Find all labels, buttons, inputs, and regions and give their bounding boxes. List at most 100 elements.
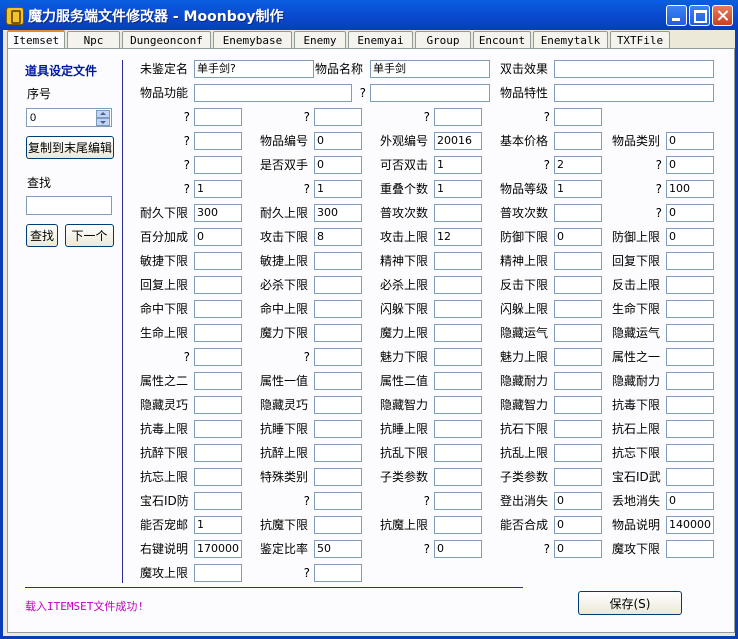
field-input[interactable]: 0 xyxy=(554,228,602,246)
field-input[interactable] xyxy=(314,516,362,534)
field-input[interactable]: 300 xyxy=(194,204,242,222)
field-input[interactable] xyxy=(194,324,242,342)
field-input[interactable] xyxy=(194,420,242,438)
field-input[interactable] xyxy=(554,468,602,486)
field-input[interactable]: 1 xyxy=(194,180,242,198)
field-input[interactable]: 2 xyxy=(554,156,602,174)
field-input[interactable]: 0 xyxy=(554,492,602,510)
field-input[interactable]: 0 xyxy=(314,132,362,150)
tab-enemyai[interactable]: Enemyai xyxy=(348,31,413,48)
field-input[interactable]: 0 xyxy=(666,132,714,150)
copy-to-end-button[interactable]: 复制到末尾编辑 xyxy=(26,136,114,159)
field-input[interactable] xyxy=(666,300,714,318)
tab-group[interactable]: Group xyxy=(415,31,471,48)
field-input[interactable] xyxy=(194,276,242,294)
field-input[interactable] xyxy=(666,444,714,462)
field-input[interactable] xyxy=(434,324,482,342)
field-input[interactable] xyxy=(434,252,482,270)
field-input[interactable]: 0 xyxy=(434,540,482,558)
field-input[interactable]: 8 xyxy=(314,228,362,246)
field-input[interactable] xyxy=(314,252,362,270)
field-input[interactable] xyxy=(434,108,482,126)
field-input[interactable] xyxy=(314,444,362,462)
field-input[interactable] xyxy=(434,396,482,414)
field-input[interactable]: 0 xyxy=(314,156,362,174)
field-input[interactable]: 0 xyxy=(666,204,714,222)
field-input[interactable] xyxy=(314,420,362,438)
field-input[interactable] xyxy=(370,84,490,102)
field-input[interactable] xyxy=(434,372,482,390)
tab-enemy[interactable]: Enemy xyxy=(294,31,346,48)
field-input[interactable] xyxy=(314,396,362,414)
field-input[interactable]: 140000 xyxy=(666,516,714,534)
field-input[interactable]: 50 xyxy=(314,540,362,558)
field-input[interactable] xyxy=(666,276,714,294)
tab-dungeonconf[interactable]: Dungeonconf xyxy=(122,31,211,48)
search-input[interactable] xyxy=(26,196,112,215)
field-input[interactable] xyxy=(554,204,602,222)
index-spinner[interactable] xyxy=(26,108,112,127)
title-bar[interactable]: 魔力服务端文件修改器 - Moonboy制作 xyxy=(0,0,738,30)
field-input[interactable]: 170000 xyxy=(194,540,242,558)
field-input[interactable] xyxy=(434,300,482,318)
field-input[interactable] xyxy=(554,324,602,342)
field-input[interactable] xyxy=(554,132,602,150)
index-input[interactable] xyxy=(28,110,98,125)
field-input[interactable]: 20016 xyxy=(434,132,482,150)
field-input[interactable] xyxy=(314,108,362,126)
spin-down-icon[interactable] xyxy=(96,118,110,126)
field-input[interactable] xyxy=(554,252,602,270)
field-input[interactable] xyxy=(194,132,242,150)
field-input[interactable] xyxy=(194,492,242,510)
field-input[interactable] xyxy=(554,372,602,390)
field-input[interactable]: 0 xyxy=(554,540,602,558)
field-input[interactable] xyxy=(666,396,714,414)
field-input[interactable] xyxy=(194,372,242,390)
field-input[interactable] xyxy=(194,564,242,582)
field-input[interactable]: 0 xyxy=(194,228,242,246)
maximize-button[interactable] xyxy=(689,5,710,26)
field-input[interactable] xyxy=(554,444,602,462)
field-input[interactable] xyxy=(194,252,242,270)
field-input[interactable] xyxy=(434,444,482,462)
tab-enemytalk[interactable]: Enemytalk xyxy=(533,31,608,48)
field-input[interactable] xyxy=(194,156,242,174)
tab-txtfile[interactable]: TXTFile xyxy=(610,31,670,48)
save-button[interactable]: 保存(S) xyxy=(578,591,682,615)
field-input[interactable] xyxy=(434,420,482,438)
field-input[interactable] xyxy=(314,348,362,366)
field-input[interactable]: 1 xyxy=(194,516,242,534)
field-input[interactable] xyxy=(434,204,482,222)
field-input[interactable] xyxy=(314,372,362,390)
tab-enemybase[interactable]: Enemybase xyxy=(213,31,292,48)
field-input[interactable] xyxy=(194,444,242,462)
field-input[interactable] xyxy=(314,492,362,510)
field-input[interactable] xyxy=(554,420,602,438)
field-input[interactable] xyxy=(666,324,714,342)
field-input[interactable] xyxy=(666,372,714,390)
field-input[interactable] xyxy=(314,564,362,582)
field-input[interactable] xyxy=(314,468,362,486)
field-input[interactable]: 12 xyxy=(434,228,482,246)
field-input[interactable] xyxy=(194,108,242,126)
field-input[interactable]: 1 xyxy=(434,180,482,198)
field-input[interactable] xyxy=(666,540,714,558)
minimize-button[interactable] xyxy=(666,5,687,26)
field-input[interactable] xyxy=(666,348,714,366)
field-input[interactable]: 0 xyxy=(666,228,714,246)
next-button[interactable]: 下一个 xyxy=(65,224,114,247)
field-input[interactable] xyxy=(194,84,352,102)
field-input[interactable]: 0 xyxy=(666,156,714,174)
field-input[interactable]: 0 xyxy=(666,492,714,510)
field-input[interactable] xyxy=(666,420,714,438)
field-input[interactable] xyxy=(666,468,714,486)
field-input[interactable]: 单手剑? xyxy=(194,60,314,78)
field-input[interactable]: 1 xyxy=(314,180,362,198)
field-input[interactable] xyxy=(554,84,714,102)
tab-npc[interactable]: Npc xyxy=(67,31,120,48)
field-input[interactable] xyxy=(194,468,242,486)
field-input[interactable] xyxy=(314,324,362,342)
field-input[interactable] xyxy=(314,276,362,294)
field-input[interactable] xyxy=(554,108,602,126)
field-input[interactable] xyxy=(666,252,714,270)
